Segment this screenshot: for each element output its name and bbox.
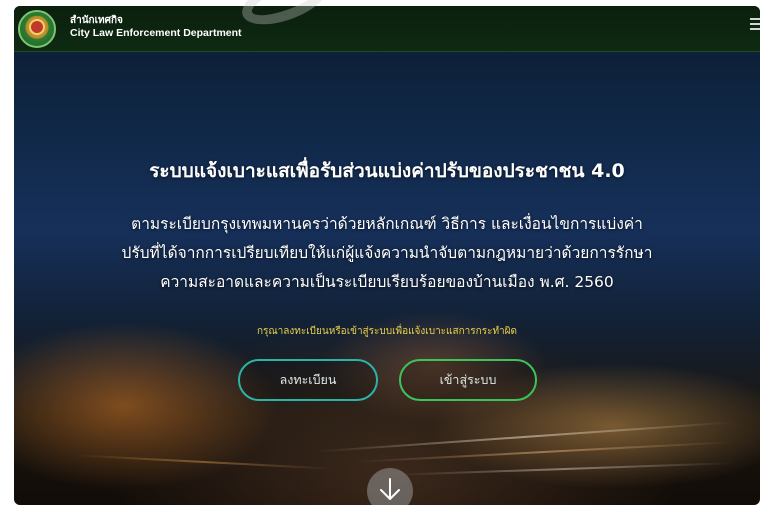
- logo-emblem: [29, 19, 45, 35]
- site-header: สำนักเทศกิจ City Law Enforcement Departm…: [14, 6, 760, 52]
- login-prompt: กรุณาลงทะเบียนหรือเข้าสู่ระบบเพื่อแจ้งเบ…: [256, 326, 518, 337]
- page-title: ระบบแจ้งเบาะแสเพื่อรับส่วนแบ่งค่าปรับของ…: [149, 160, 625, 182]
- register-button-label: ลงทะเบียน: [279, 372, 337, 387]
- arrow-down-icon: [380, 478, 400, 500]
- login-button-label: เข้าสู่ระบบ: [439, 372, 497, 387]
- description-line-2: ปรับที่ได้จากการเปรียบเทียบให้แก่ผู้แจ้ง…: [121, 244, 653, 262]
- light-streak: [74, 454, 334, 470]
- department-name-thai: สำนักเทศกิจ: [70, 15, 123, 26]
- department-name-english: City Law Enforcement Department: [70, 27, 242, 39]
- light-streak: [394, 462, 734, 476]
- hero-background: สำนักเทศกิจ City Law Enforcement Departm…: [14, 6, 760, 505]
- description-line-3: ความสะอาดและความเป็นระเบียบเรียบร้อยของบ…: [160, 273, 614, 291]
- description-line-1: ตามระเบียบกรุงเทพมหานครว่าด้วยหลักเกณฑ์ …: [131, 215, 643, 233]
- hamburger-menu-icon[interactable]: [750, 18, 760, 30]
- login-button[interactable]: เข้าสู่ระบบ: [399, 359, 537, 401]
- register-button[interactable]: ลงทะเบียน: [238, 359, 378, 401]
- light-streak: [314, 421, 734, 453]
- city-law-enforcement-logo[interactable]: [18, 10, 56, 48]
